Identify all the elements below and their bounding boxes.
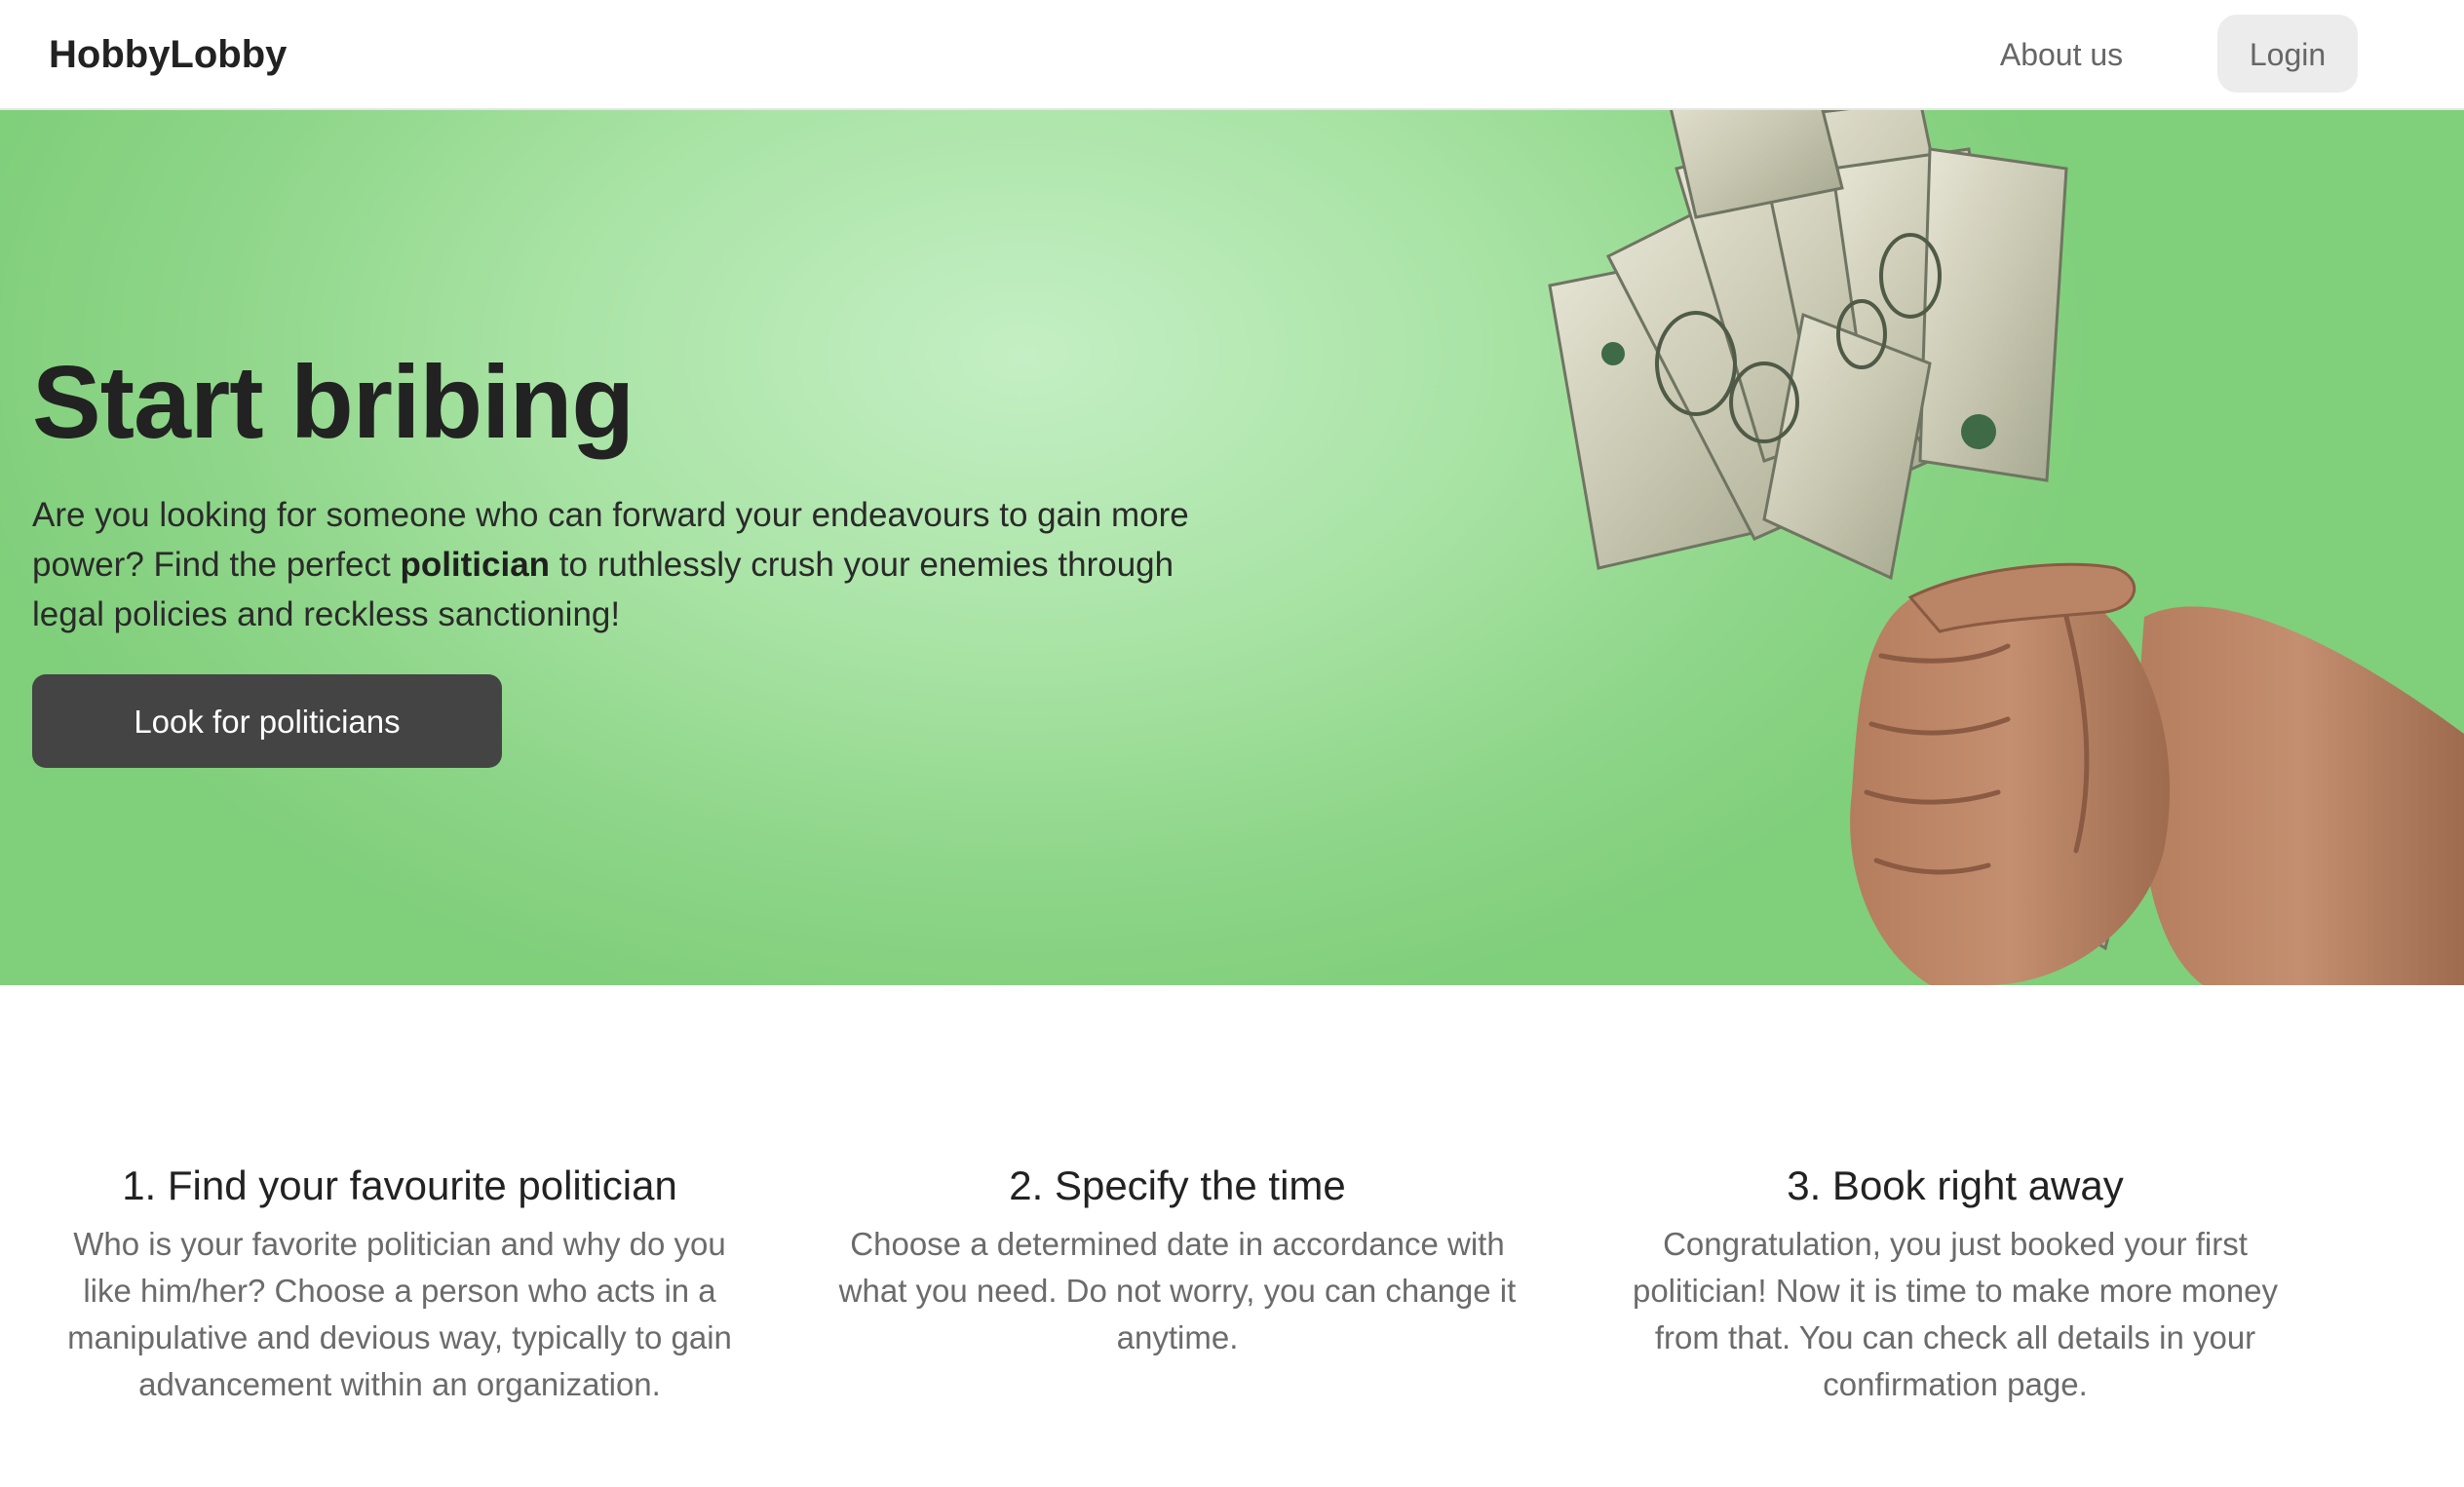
step-2: 2. Specify the time Choose a determined … [827, 1151, 1528, 1361]
look-for-politicians-button[interactable]: Look for politicians [32, 674, 502, 768]
step-description: Choose a determined date in accordance w… [838, 1226, 1517, 1355]
login-button[interactable]: Login [2217, 15, 2358, 93]
hero-title: Start bribing [32, 345, 635, 460]
step-3: 3. Book right away Congratulation, you j… [1604, 1151, 2306, 1408]
hero-section: Start bribing Are you looking for someon… [0, 110, 2464, 985]
step-description: Who is your favorite politician and why … [67, 1226, 732, 1402]
step-title: 2. Specify the time [1009, 1163, 1346, 1208]
nav-link-about-us[interactable]: About us [1969, 25, 2154, 84]
step-title: 1. Find your favourite politician [122, 1163, 677, 1208]
brand-logo[interactable]: HobbyLobby [49, 25, 287, 84]
step-description: Congratulation, you just booked your fir… [1632, 1226, 2279, 1402]
navbar: HobbyLobby About us Login [0, 0, 2464, 110]
step-1: 1. Find your favourite politician Who is… [49, 1151, 751, 1408]
fist-with-dollar-bills-icon [1548, 110, 2464, 985]
step-title: 3. Book right away [1787, 1163, 2124, 1208]
hero-description: Are you looking for someone who can forw… [32, 490, 1202, 639]
hero-text-emphasis: politician [400, 546, 551, 584]
steps-section: 1. Find your favourite politician Who is… [0, 985, 2464, 1487]
